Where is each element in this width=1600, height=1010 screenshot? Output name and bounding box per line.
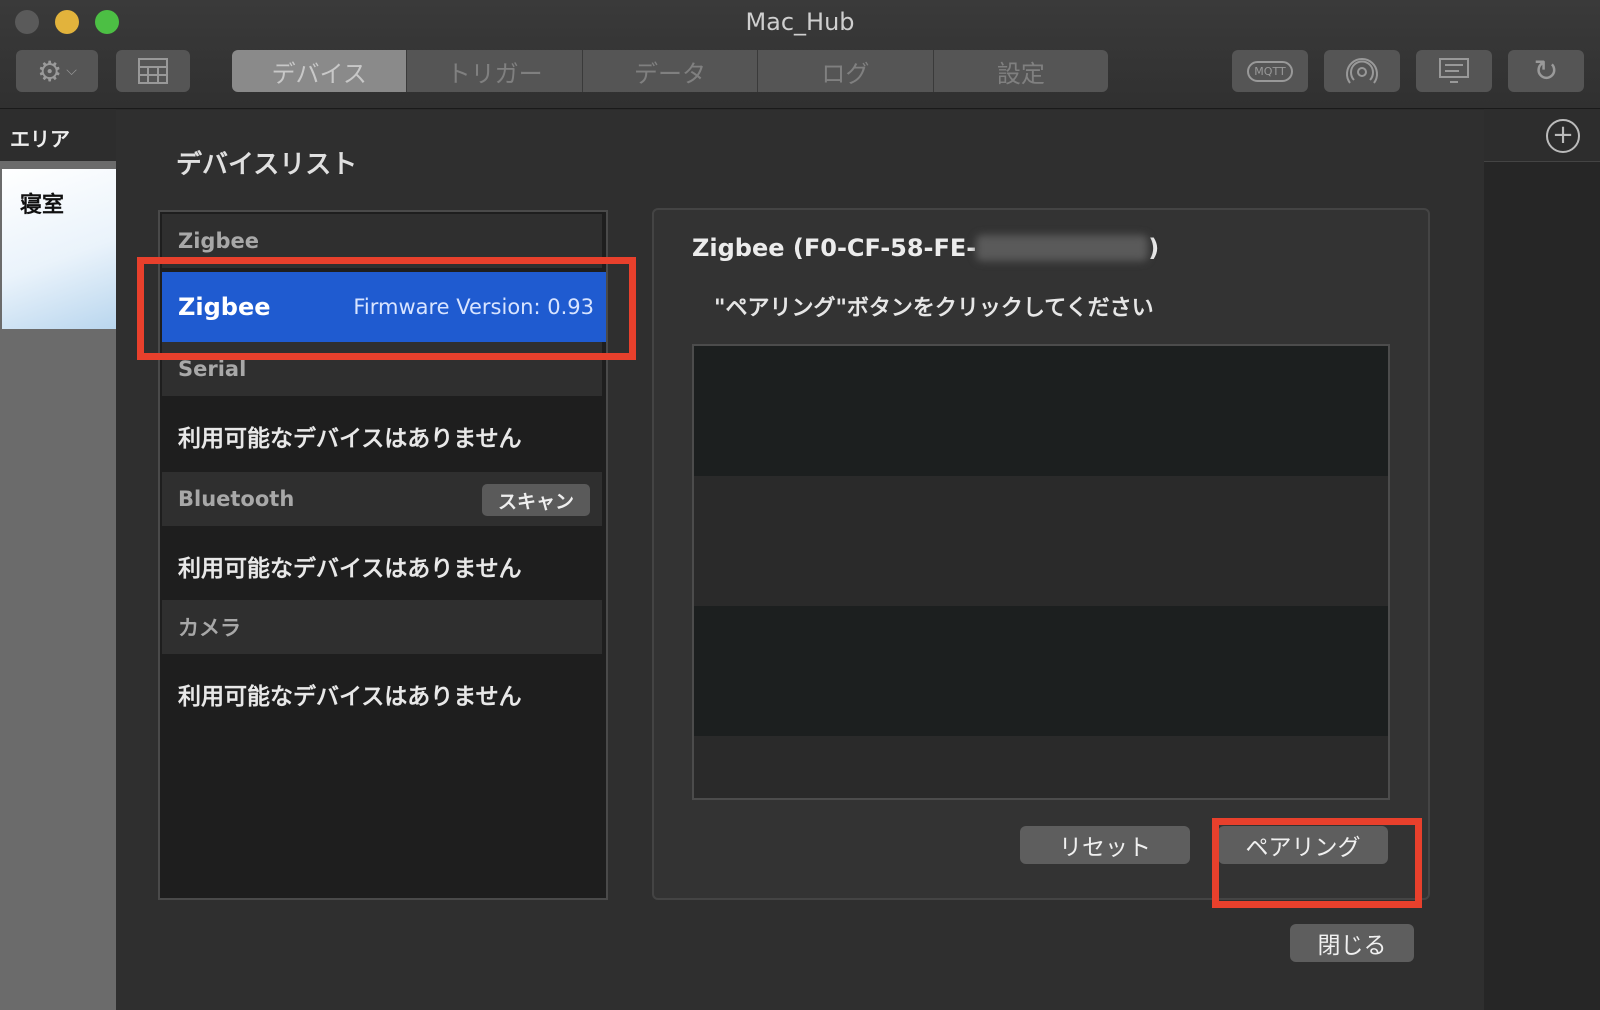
redacted-address: [976, 235, 1149, 261]
area-sidebar: エリア 寝室: [0, 109, 116, 1010]
tab-triggers[interactable]: トリガー: [407, 50, 583, 92]
gear-icon: ⚙: [37, 54, 63, 88]
table-row: [694, 346, 1388, 476]
mqtt-button[interactable]: MQTT: [1232, 50, 1308, 92]
empty-bluetooth-text: 利用可能なデバイスはありません: [178, 556, 522, 582]
empty-camera-text: 利用可能なデバイスはありません: [178, 684, 522, 710]
pairing-instruction: "ペアリング"ボタンをクリックしてください: [714, 296, 1154, 321]
tab-log[interactable]: ログ: [758, 50, 934, 92]
reset-button[interactable]: リセット: [1020, 826, 1190, 864]
window-title: Mac_Hub: [745, 8, 855, 36]
broadcast-icon: [1346, 58, 1378, 84]
settings-menu-button[interactable]: ⚙ ⌵: [16, 50, 98, 92]
right-panel: +: [1484, 109, 1600, 1010]
device-list: Zigbee Zigbee Firmware Version: 0.93 Ser…: [158, 210, 608, 900]
table-row: [694, 736, 1388, 798]
tab-settings[interactable]: 設定: [933, 50, 1108, 92]
close-button[interactable]: 閉じる: [1290, 924, 1414, 962]
scan-button[interactable]: スキャン: [482, 484, 590, 516]
broadcast-button[interactable]: [1324, 50, 1400, 92]
area-item-label: 寝室: [20, 193, 65, 218]
area-header: エリア: [0, 109, 116, 161]
empty-serial-text: 利用可能なデバイスはありません: [178, 426, 522, 452]
title-bar: Mac_Hub ⚙ ⌵ デバイス トリガー データ ログ 設定 MQTT ↻: [0, 0, 1600, 109]
group-header-camera: カメラ: [162, 600, 602, 654]
grid-icon: [138, 58, 168, 84]
layout-button[interactable]: [116, 50, 190, 92]
area-item-bedroom[interactable]: 寝室: [2, 169, 116, 329]
device-row-zigbee[interactable]: Zigbee Firmware Version: 0.93: [162, 272, 606, 342]
main-tab-bar: デバイス トリガー データ ログ 設定: [232, 50, 1108, 92]
detail-title-prefix: Zigbee (F0-CF-58-FE-: [692, 234, 977, 262]
tab-data[interactable]: データ: [582, 50, 759, 92]
firmware-version: Firmware Version: 0.93: [353, 295, 594, 319]
pairing-button[interactable]: ペアリング: [1218, 826, 1388, 864]
sheet-title: デバイスリスト: [176, 150, 358, 180]
table-row: [694, 476, 1388, 606]
add-icon[interactable]: +: [1546, 119, 1580, 153]
right-panel-header: +: [1484, 109, 1600, 162]
display-icon: [1439, 58, 1469, 83]
device-detail-panel: Zigbee (F0-CF-58-FE-) "ペアリング"ボタンをクリックしてく…: [652, 208, 1430, 900]
tab-devices[interactable]: デバイス: [232, 50, 408, 92]
detail-title: Zigbee (F0-CF-58-FE-): [692, 234, 1159, 262]
group-header-zigbee: Zigbee: [162, 214, 602, 268]
detail-title-suffix: ): [1148, 234, 1160, 262]
device-list-sheet: デバイスリスト Zigbee Zigbee Firmware Version: …: [116, 110, 1484, 1010]
table-row: [694, 606, 1388, 736]
mqtt-cloud-icon: MQTT: [1247, 60, 1293, 82]
device-name: Zigbee: [178, 293, 271, 321]
pairing-results-table[interactable]: [692, 344, 1390, 800]
group-header-serial: Serial: [162, 342, 602, 396]
refresh-button[interactable]: ↻: [1508, 50, 1584, 92]
refresh-icon: ↻: [1533, 53, 1559, 89]
group-header-label: Bluetooth: [178, 487, 295, 511]
group-header-bluetooth: Bluetooth スキャン: [162, 472, 602, 526]
display-button[interactable]: [1416, 50, 1492, 92]
chevron-down-icon: ⌵: [66, 63, 77, 79]
